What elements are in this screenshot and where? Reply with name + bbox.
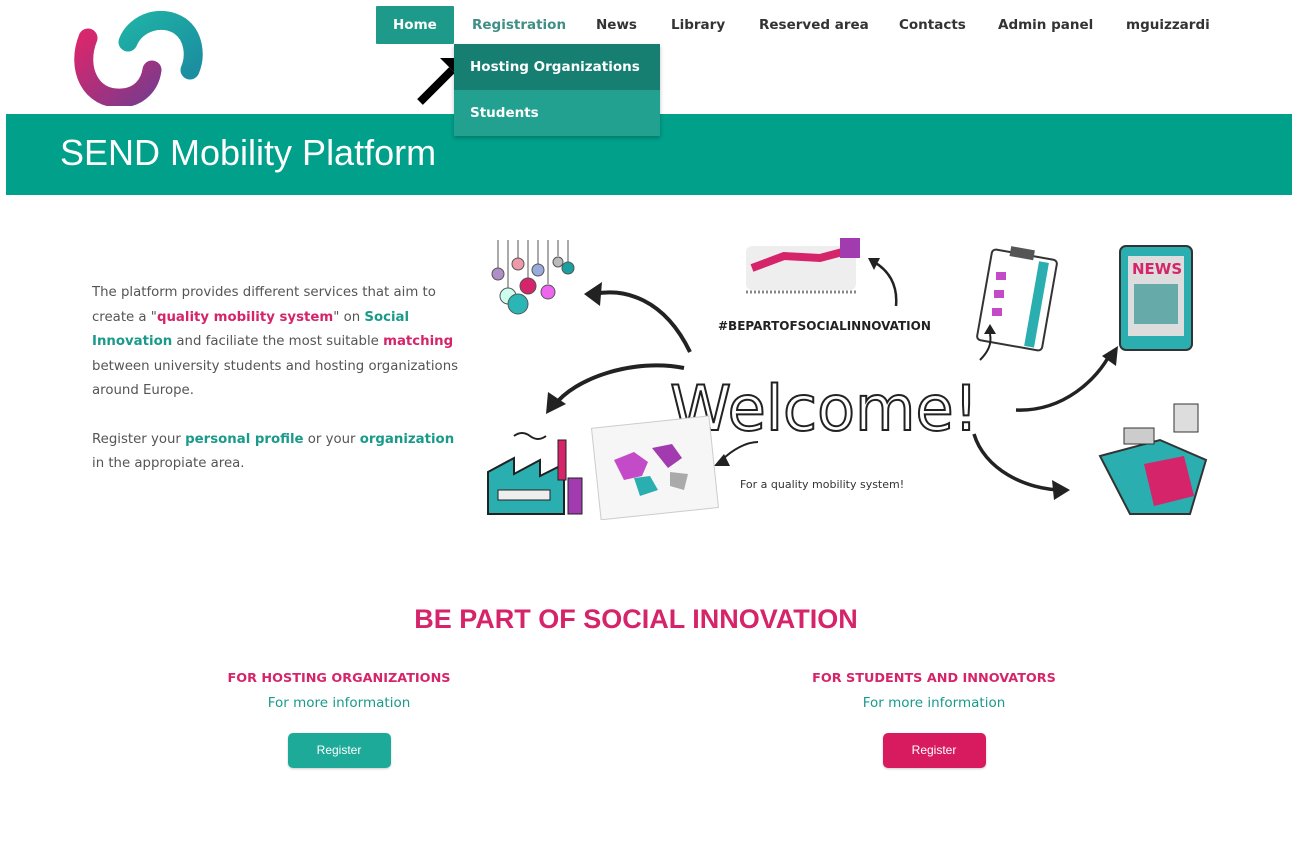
nav-registration[interactable]: Registration	[472, 6, 566, 44]
text: and faciliate the most suitable	[172, 334, 384, 349]
hashtag-text: #BEPARTOFSOCIALINNOVATION	[718, 319, 931, 333]
text: between university students and hosting …	[92, 358, 459, 399]
factory-icon	[487, 432, 583, 515]
dropdown-students[interactable]: Students	[454, 90, 660, 136]
students-innovators-heading: FOR STUDENTS AND INNOVATORS	[812, 671, 1056, 686]
gift-box-icon	[1098, 403, 1208, 515]
page-title: SEND Mobility Platform	[60, 132, 437, 173]
students-innovators-column: FOR STUDENTS AND INNOVATORS For more inf…	[769, 670, 1099, 768]
handshake-icon	[746, 238, 860, 294]
students-innovators-info-link[interactable]: For more information	[769, 695, 1099, 711]
send-logo[interactable]	[70, 8, 206, 106]
nav-library[interactable]: Library	[671, 6, 725, 44]
register-organization-button[interactable]: Register	[287, 733, 391, 768]
nav-home[interactable]: Home	[376, 6, 454, 44]
highlight-quality-mobility: quality mobility system	[156, 309, 334, 325]
dropdown-hosting-organizations[interactable]: Hosting Organizations	[454, 44, 660, 90]
nav-contacts[interactable]: Contacts	[899, 6, 966, 44]
welcome-text: Welcome!	[670, 372, 978, 445]
europe-map-icon	[590, 415, 720, 520]
nav-news[interactable]: News	[596, 6, 637, 44]
nav-reserved-area[interactable]: Reserved area	[759, 6, 869, 44]
registration-dropdown: Hosting Organizations Students	[454, 44, 660, 136]
highlight-organization: organization	[359, 431, 455, 447]
nav-user-mguizzardi[interactable]: mguizzardi	[1126, 6, 1210, 44]
tagline-text: For a quality mobility system!	[740, 478, 904, 491]
highlight-personal-profile: personal profile	[185, 431, 304, 447]
clipboard-icon	[976, 246, 1058, 352]
register-student-button[interactable]: Register	[882, 733, 986, 768]
lightbulbs-icon	[491, 240, 575, 315]
cta-title: BE PART OF SOCIAL INNOVATION	[414, 604, 858, 634]
text: Register your	[92, 431, 186, 447]
welcome-illustration: #BEPARTOFSOCIALINNOVATION NEWS Welcome! …	[487, 238, 1208, 520]
text: in the appropiate area.	[92, 456, 245, 471]
text: " on	[333, 309, 365, 325]
hosting-organizations-heading: FOR HOSTING ORGANIZATIONS	[227, 671, 451, 686]
text: or your	[303, 431, 360, 447]
hosting-organizations-column: FOR HOSTING ORGANIZATIONS For more infor…	[174, 670, 504, 768]
hosting-organizations-info-link[interactable]: For more information	[174, 695, 504, 711]
news-label: NEWS	[1132, 260, 1182, 278]
nav-admin-panel[interactable]: Admin panel	[998, 6, 1093, 44]
highlight-matching: matching	[383, 334, 454, 349]
intro-paragraph-2: Register your personal profile or your o…	[92, 428, 462, 477]
news-tablet-icon: NEWS	[1119, 245, 1193, 351]
intro-paragraph-1: The platform provides different services…	[92, 281, 462, 404]
intro-text: The platform provides different services…	[92, 281, 462, 477]
